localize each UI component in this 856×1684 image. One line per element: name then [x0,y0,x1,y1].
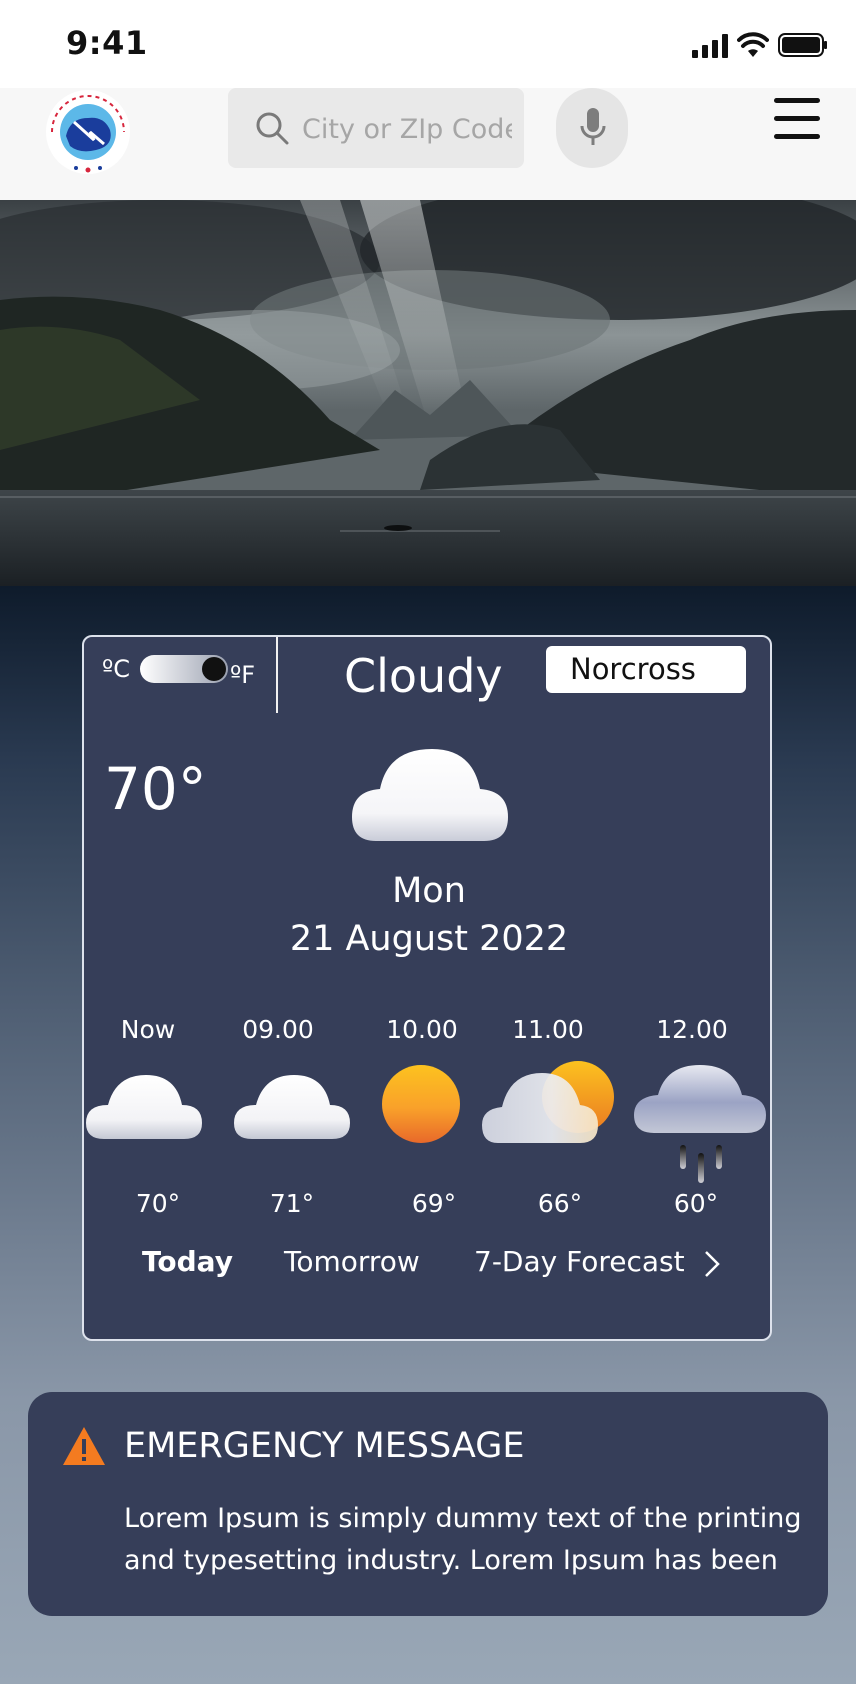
cloud-icon [234,1075,350,1139]
cloud-icon [86,1075,202,1139]
wifi-icon [737,32,769,57]
unit-toggle[interactable]: ºC ºF [102,655,272,705]
hour-label: 09.00 [242,1015,314,1044]
stormy-mountain-lake-photo [0,200,856,586]
search-box[interactable] [228,88,524,168]
emergency-message-card[interactable]: EMERGENCY MESSAGE Lorem Ipsum is simply … [28,1392,828,1616]
cellular-signal-icon [692,34,728,58]
status-bar: 9:41 [0,0,856,88]
weather-card: ºC ºF Cloudy Norcross 70° Mon 21 August … [82,635,772,1341]
forecast-date: 21 August 2022 [289,919,569,959]
status-time: 9:41 [66,24,148,62]
hour-temp: 66° [537,1189,583,1218]
hour-temp: 69° [411,1189,457,1218]
hero-image [0,200,856,586]
unit-switch[interactable] [140,655,228,683]
sun-icon [382,1065,460,1143]
battery-icon [778,33,827,57]
emergency-body: Lorem Ipsum is simply dummy text of the … [124,1503,802,1576]
cloud-icon [352,749,508,841]
search-icon [256,112,289,145]
forecast-day: Mon [392,871,466,911]
warning-icon [63,1427,105,1465]
unit-switch-knob [202,657,226,681]
emergency-title: EMERGENCY MESSAGE [124,1426,525,1466]
hour-label: 12.00 [656,1015,728,1044]
menu-line [774,98,820,103]
tab-7-day-forecast[interactable]: 7-Day Forecast [474,1245,685,1278]
hour-label: Now [120,1015,176,1044]
nws-logo-icon[interactable] [44,88,132,176]
search-input[interactable] [300,102,514,156]
hour-temp: 60° [673,1189,719,1218]
partly-cloudy-icon [482,1061,614,1143]
menu-line [774,116,820,121]
chevron-right-icon[interactable] [702,1249,722,1279]
menu-line [774,134,820,139]
fahrenheit-label: ºF [230,661,256,689]
hour-label: 11.00 [512,1015,584,1044]
card-divider [276,637,278,713]
condition-text: Cloudy [344,649,503,703]
hour-temp: 71° [269,1189,315,1218]
voice-search-button[interactable] [556,88,628,168]
current-temperature: 70° [104,755,207,823]
microphone-icon [580,108,606,145]
rain-cloud-icon [634,1065,766,1183]
tab-tomorrow[interactable]: Tomorrow [284,1245,420,1278]
hour-temp: 70° [135,1189,181,1218]
celsius-label: ºC [102,655,131,683]
hour-label: 10.00 [386,1015,458,1044]
tab-today[interactable]: Today [142,1245,233,1278]
header [0,88,856,200]
location-badge[interactable]: Norcross [546,646,746,693]
hamburger-menu-icon[interactable] [772,98,824,140]
